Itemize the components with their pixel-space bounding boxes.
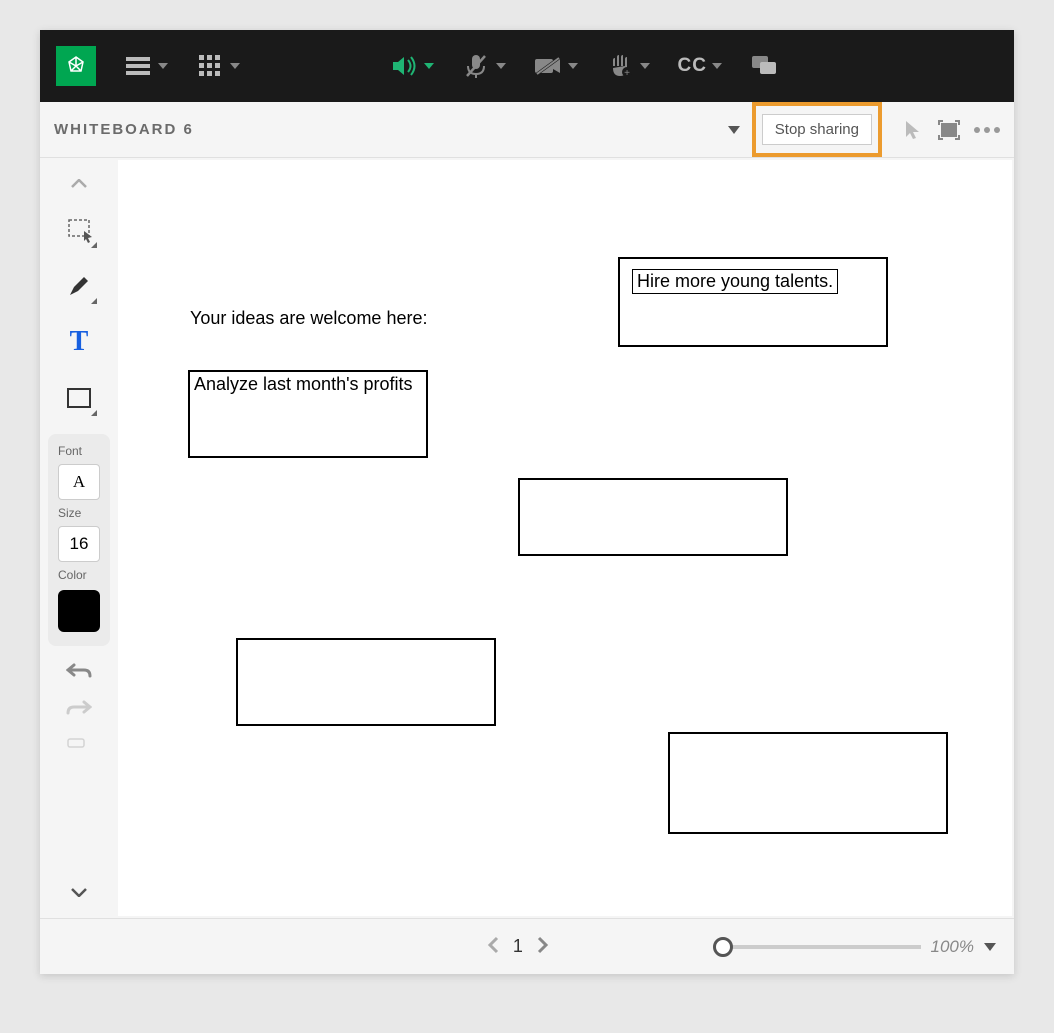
camera-button[interactable]	[534, 54, 578, 78]
idea-box-4[interactable]	[236, 638, 496, 726]
fullscreen-button[interactable]	[936, 117, 962, 143]
select-icon	[66, 217, 92, 243]
font-selector[interactable]: A	[58, 464, 100, 500]
fullscreen-icon	[938, 120, 960, 140]
chevron-down-icon	[712, 63, 722, 69]
scroll-down-button[interactable]	[59, 878, 99, 906]
history-controls	[66, 662, 92, 754]
idea-box-1-text: Analyze last month's profits	[194, 374, 413, 395]
menu-icon	[124, 54, 152, 78]
select-tool[interactable]	[57, 208, 101, 252]
chevron-down-icon	[71, 887, 87, 897]
chevron-up-icon	[71, 179, 87, 189]
whiteboard-title: WHITEBOARD 6	[54, 121, 728, 138]
idea-box-5[interactable]	[668, 732, 948, 834]
grid-icon	[196, 54, 224, 78]
scroll-up-button[interactable]	[59, 170, 99, 198]
main-area: T Font A Size 16 Color	[40, 158, 1014, 918]
page-navigator: 1	[487, 934, 549, 960]
redo-icon	[66, 699, 92, 717]
stop-sharing-highlight: Stop sharing	[752, 102, 882, 157]
chevron-down-icon	[496, 63, 506, 69]
more-options-button[interactable]	[974, 127, 1000, 133]
app-logo[interactable]	[56, 46, 96, 86]
title-dropdown[interactable]	[728, 126, 740, 134]
font-label: Font	[58, 444, 82, 458]
page-number: 1	[513, 936, 523, 957]
app-window: + CC WHITEBOARD 6 Stop sharing	[40, 30, 1014, 974]
camera-off-icon	[534, 54, 562, 78]
zoom-dropdown[interactable]	[984, 943, 996, 951]
size-input[interactable]: 16	[58, 526, 100, 562]
prompt-text: Your ideas are welcome here:	[190, 308, 427, 329]
marker-tool[interactable]	[57, 264, 101, 308]
dot-icon	[994, 127, 1000, 133]
pointer-button[interactable]	[900, 117, 926, 143]
text-icon: T	[70, 326, 89, 358]
color-label: Color	[58, 568, 87, 582]
connect-logo-icon	[64, 54, 88, 78]
svg-text:+: +	[624, 68, 630, 78]
speaker-icon	[390, 54, 418, 78]
idea-box-3[interactable]	[518, 478, 788, 556]
text-tool[interactable]: T	[57, 320, 101, 364]
zoom-slider[interactable]	[721, 945, 921, 949]
menu-button[interactable]	[124, 54, 168, 78]
marker-icon	[66, 273, 92, 299]
next-page-button[interactable]	[537, 934, 549, 960]
footer-bar: 1 100%	[40, 918, 1014, 974]
redo-button[interactable]	[66, 699, 92, 722]
clear-button[interactable]	[66, 736, 92, 754]
undo-button[interactable]	[66, 662, 92, 685]
pointer-icon	[902, 119, 924, 141]
rectangle-icon	[67, 388, 91, 408]
microphone-muted-icon	[462, 54, 490, 78]
dot-icon	[984, 127, 990, 133]
zoom-percentage: 100%	[931, 937, 974, 957]
speaker-button[interactable]	[390, 54, 434, 78]
clear-icon	[66, 737, 86, 749]
chevron-down-icon	[640, 63, 650, 69]
dot-icon	[974, 127, 980, 133]
chevron-down-icon	[568, 63, 578, 69]
tool-sidebar: T Font A Size 16 Color	[40, 158, 118, 918]
layout-button[interactable]	[196, 54, 240, 78]
prev-page-button[interactable]	[487, 934, 499, 960]
raise-hand-icon: +	[606, 54, 634, 78]
color-swatch[interactable]	[58, 590, 100, 632]
chat-button[interactable]	[750, 54, 778, 78]
raise-hand-button[interactable]: +	[606, 54, 650, 78]
stop-sharing-button[interactable]: Stop sharing	[762, 114, 872, 145]
cc-icon: CC	[678, 54, 706, 78]
size-label: Size	[58, 506, 81, 520]
chevron-down-icon	[158, 63, 168, 69]
chevron-right-icon	[537, 936, 549, 954]
idea-box-2-text: Hire more young talents.	[632, 269, 838, 294]
text-properties-panel: Font A Size 16 Color	[48, 434, 110, 646]
shape-tool[interactable]	[57, 376, 101, 420]
whiteboard-canvas[interactable]: Your ideas are welcome here: Analyze las…	[118, 160, 1012, 916]
chat-icon	[750, 54, 778, 78]
chevron-down-icon	[424, 63, 434, 69]
undo-icon	[66, 662, 92, 680]
pod-header: WHITEBOARD 6 Stop sharing	[40, 102, 1014, 158]
zoom-control: 100%	[721, 937, 996, 957]
top-toolbar: + CC	[40, 30, 1014, 102]
closed-captions-button[interactable]: CC	[678, 54, 722, 78]
chevron-down-icon	[230, 63, 240, 69]
idea-box-2[interactable]: Hire more young talents.	[618, 257, 888, 347]
chevron-left-icon	[487, 936, 499, 954]
idea-box-1[interactable]: Analyze last month's profits	[188, 370, 428, 458]
microphone-button[interactable]	[462, 54, 506, 78]
zoom-handle[interactable]	[713, 937, 733, 957]
